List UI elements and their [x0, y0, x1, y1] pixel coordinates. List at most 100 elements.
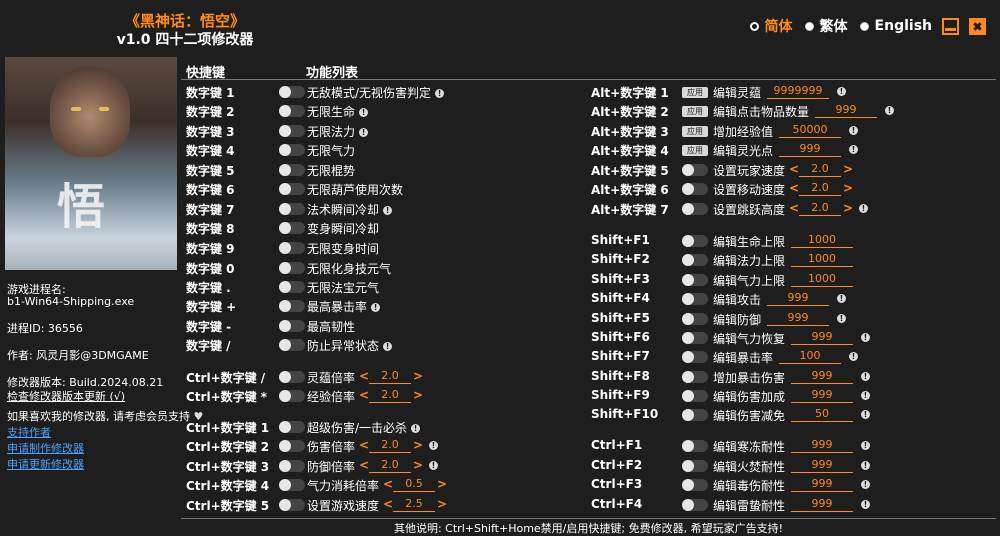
- info-icon[interactable]: [371, 303, 381, 312]
- info-icon[interactable]: [849, 145, 858, 154]
- info-icon[interactable]: [861, 410, 870, 419]
- toggle-switch[interactable]: [682, 313, 708, 325]
- toggle-switch[interactable]: [682, 254, 708, 266]
- value-input[interactable]: 1000: [791, 251, 853, 267]
- increase-arrow[interactable]: >: [413, 458, 423, 472]
- toggle-switch[interactable]: [279, 125, 305, 137]
- increase-arrow[interactable]: >: [843, 162, 853, 176]
- info-icon[interactable]: [429, 441, 438, 450]
- increase-arrow[interactable]: >: [413, 438, 423, 452]
- close-icon[interactable]: [969, 17, 986, 35]
- info-icon[interactable]: [359, 128, 369, 137]
- info-icon[interactable]: [849, 126, 858, 135]
- value-input[interactable]: 9999999: [767, 83, 829, 99]
- value-input[interactable]: 50: [791, 406, 853, 422]
- value-input[interactable]: 2.0: [369, 457, 411, 473]
- increase-arrow[interactable]: >: [843, 201, 853, 215]
- value-input[interactable]: 999: [779, 141, 841, 157]
- increase-arrow[interactable]: >: [843, 181, 853, 195]
- info-icon[interactable]: [383, 206, 393, 215]
- decrease-arrow[interactable]: <: [359, 458, 369, 472]
- toggle-switch[interactable]: [279, 242, 305, 254]
- value-input[interactable]: 999: [791, 437, 853, 453]
- info-icon[interactable]: [359, 108, 369, 117]
- value-input[interactable]: 999: [791, 496, 853, 512]
- decrease-arrow[interactable]: <: [789, 162, 799, 176]
- toggle-switch[interactable]: [279, 300, 305, 312]
- toggle-switch[interactable]: [279, 262, 305, 274]
- toggle-switch[interactable]: [279, 371, 305, 383]
- apply-button[interactable]: 应用: [682, 145, 708, 156]
- value-input[interactable]: 2.0: [369, 368, 411, 384]
- value-input[interactable]: 0.5: [393, 476, 435, 492]
- decrease-arrow[interactable]: <: [383, 497, 393, 511]
- apply-button[interactable]: 应用: [682, 87, 708, 98]
- increase-arrow[interactable]: >: [413, 388, 423, 402]
- toggle-switch[interactable]: [682, 409, 708, 421]
- toggle-switch[interactable]: [682, 440, 708, 452]
- increase-arrow[interactable]: >: [437, 497, 447, 511]
- value-input[interactable]: 100: [779, 348, 841, 364]
- toggle-switch[interactable]: [682, 164, 708, 176]
- lang-traditional[interactable]: 繁体: [804, 16, 848, 36]
- apply-button[interactable]: 应用: [682, 106, 708, 117]
- info-icon[interactable]: [837, 294, 846, 303]
- value-input[interactable]: 999: [791, 457, 853, 473]
- toggle-switch[interactable]: [279, 105, 305, 117]
- info-icon[interactable]: [861, 372, 870, 381]
- info-icon[interactable]: [849, 352, 858, 361]
- toggle-switch[interactable]: [279, 183, 305, 195]
- value-input[interactable]: 999: [815, 102, 877, 118]
- value-input[interactable]: 999: [767, 310, 829, 326]
- info-icon[interactable]: [837, 87, 846, 96]
- toggle-switch[interactable]: [279, 281, 305, 293]
- check-update-link[interactable]: 检查修改器版本更新 (√): [7, 388, 125, 404]
- info-icon[interactable]: [837, 314, 846, 323]
- toggle-switch[interactable]: [682, 203, 708, 215]
- lang-simplified[interactable]: 简体: [749, 16, 793, 36]
- lang-english[interactable]: English: [859, 18, 932, 34]
- decrease-arrow[interactable]: <: [359, 438, 369, 452]
- decrease-arrow[interactable]: <: [789, 181, 799, 195]
- toggle-switch[interactable]: [682, 390, 708, 402]
- value-input[interactable]: 2.0: [369, 387, 411, 403]
- info-icon[interactable]: [861, 441, 870, 450]
- toggle-switch[interactable]: [279, 460, 305, 472]
- info-icon[interactable]: [861, 480, 870, 489]
- value-input[interactable]: 1000: [791, 271, 853, 287]
- toggle-switch[interactable]: [279, 390, 305, 402]
- info-icon[interactable]: [383, 342, 393, 351]
- toggle-switch[interactable]: [279, 440, 305, 452]
- toggle-switch[interactable]: [682, 235, 708, 247]
- increase-arrow[interactable]: >: [413, 369, 423, 383]
- info-icon[interactable]: [859, 204, 868, 213]
- toggle-switch[interactable]: [279, 339, 305, 351]
- toggle-switch[interactable]: [682, 274, 708, 286]
- info-icon[interactable]: [861, 500, 870, 509]
- value-input[interactable]: 1000: [791, 232, 853, 248]
- toggle-switch[interactable]: [682, 183, 708, 195]
- toggle-switch[interactable]: [682, 499, 708, 511]
- request-trainer-link[interactable]: 申请制作修改器: [7, 440, 84, 456]
- value-input[interactable]: 999: [791, 368, 853, 384]
- decrease-arrow[interactable]: <: [359, 388, 369, 402]
- value-input[interactable]: 999: [791, 476, 853, 492]
- toggle-switch[interactable]: [682, 293, 708, 305]
- toggle-switch[interactable]: [279, 479, 305, 491]
- toggle-switch[interactable]: [279, 222, 305, 234]
- info-icon[interactable]: [861, 391, 870, 400]
- value-input[interactable]: 2.5: [393, 496, 435, 512]
- info-icon[interactable]: [435, 89, 445, 98]
- toggle-switch[interactable]: [279, 320, 305, 332]
- value-input[interactable]: 2.0: [369, 437, 411, 453]
- apply-button[interactable]: 应用: [682, 126, 708, 137]
- toggle-switch[interactable]: [279, 203, 305, 215]
- info-icon[interactable]: [411, 424, 421, 433]
- toggle-switch[interactable]: [682, 460, 708, 472]
- support-author-link[interactable]: 支持作者: [7, 424, 51, 440]
- toggle-switch[interactable]: [682, 351, 708, 363]
- value-input[interactable]: 999: [767, 290, 829, 306]
- info-icon[interactable]: [429, 461, 438, 470]
- request-update-link[interactable]: 申请更新修改器: [7, 456, 84, 472]
- toggle-switch[interactable]: [279, 144, 305, 156]
